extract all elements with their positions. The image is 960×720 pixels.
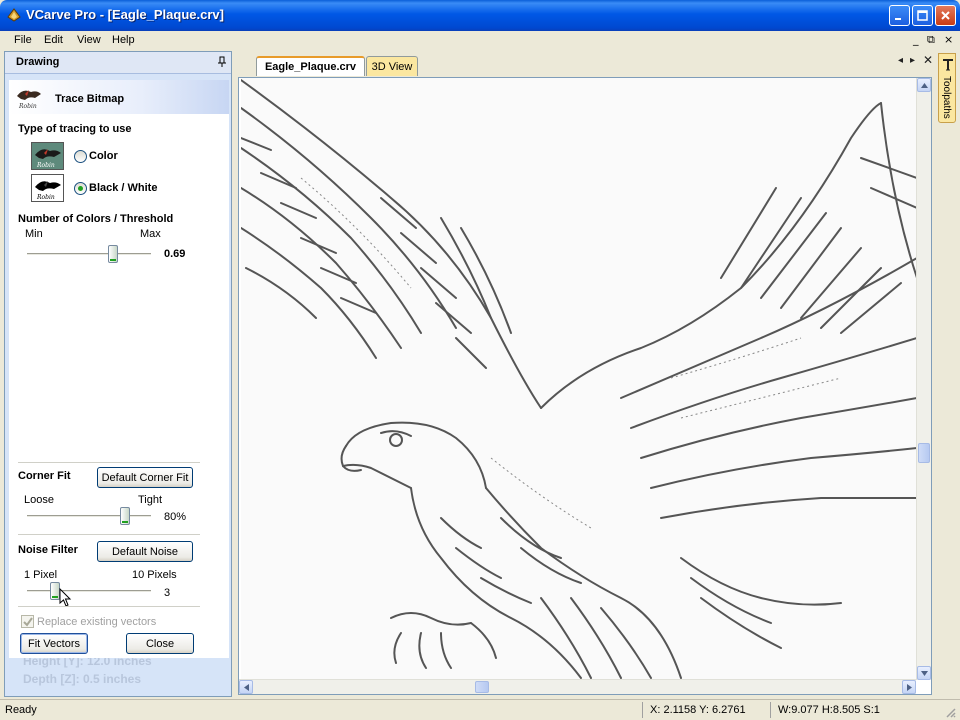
mdi-close-button[interactable]: × (944, 33, 953, 46)
svg-text:Robin: Robin (36, 162, 55, 169)
svg-text:Robin: Robin (36, 194, 55, 201)
separator (18, 534, 200, 535)
threshold-slider-track[interactable] (27, 253, 151, 256)
default-noise-button[interactable]: Default Noise (97, 541, 193, 562)
resize-grip-icon[interactable] (944, 706, 956, 718)
black-white-radio[interactable] (74, 182, 87, 195)
menu-view[interactable]: View (77, 34, 101, 46)
color-radio[interactable] (74, 150, 87, 163)
window-title: VCarve Pro - [Eagle_Plaque.crv] (26, 7, 224, 22)
status-divider (770, 702, 771, 718)
tab-eagle-plaque[interactable]: Eagle_Plaque.crv (256, 56, 365, 76)
status-text: Ready (5, 704, 37, 716)
pin-icon[interactable] (217, 56, 227, 68)
tab-3d-view[interactable]: 3D View (366, 56, 418, 76)
menu-edit[interactable]: Edit (44, 34, 63, 46)
checkmark-icon (23, 617, 33, 627)
noise-value: 3 (164, 587, 171, 599)
trace-bitmap-form: Robin Trace Bitmap Type of tracing to us… (9, 80, 229, 658)
horizontal-scroll-thumb[interactable] (475, 681, 489, 693)
menu-help[interactable]: Help (112, 34, 135, 46)
mdi-minimize-button[interactable]: _ (913, 33, 919, 46)
arrow-down-icon (920, 670, 928, 676)
eagle-bitmap[interactable] (241, 78, 917, 680)
corner-fit-slider-track[interactable] (27, 515, 151, 518)
corner-fit-value: 80% (164, 511, 187, 523)
title-bar: VCarve Pro - [Eagle_Plaque.crv] (0, 0, 960, 31)
scroll-up-button[interactable] (917, 78, 931, 92)
close-window-button[interactable] (935, 5, 956, 26)
tab-scroll-left-icon[interactable]: ◂ (898, 55, 903, 66)
default-corner-fit-button[interactable]: Default Corner Fit (97, 467, 193, 488)
color-trace-thumbnail: Robin (31, 142, 64, 170)
menu-bar: File Edit View Help _ ⧉ × (0, 31, 960, 50)
maximize-button[interactable] (912, 5, 933, 26)
corner-fit-loose-label: Loose (24, 494, 54, 506)
drawing-panel-header: Drawing (5, 52, 231, 74)
minimize-icon (895, 18, 901, 20)
separator (18, 606, 200, 607)
arrow-right-icon (906, 683, 912, 691)
vcarve-app-icon[interactable] (6, 7, 22, 23)
toolpaths-side-tab[interactable]: Toolpaths (938, 53, 956, 123)
minimize-button[interactable] (889, 5, 910, 26)
fit-vectors-button[interactable]: Fit Vectors (20, 633, 88, 654)
status-bar: Ready X: 2.1158 Y: 6.2761 W:9.077 H:8.50… (0, 699, 960, 720)
noise-filter-label: Noise Filter (18, 544, 78, 556)
document-tab-bar: Eagle_Plaque.crv 3D View (236, 51, 936, 76)
color-option-label[interactable]: Color (89, 150, 118, 162)
scroll-down-button[interactable] (917, 666, 931, 680)
tab-close-icon[interactable]: ✕ (923, 53, 933, 67)
depth-readout: Depth [Z]: 0.5 inches (23, 672, 142, 686)
robin-color-icon: Robin (35, 149, 61, 169)
menu-file[interactable]: File (14, 34, 32, 46)
vertical-scroll-thumb[interactable] (918, 443, 930, 463)
corner-fit-label: Corner Fit (18, 470, 71, 482)
corner-fit-slider-thumb[interactable] (120, 507, 130, 525)
bw-trace-thumbnail: Robin (31, 174, 64, 202)
drawing-panel-title: Drawing (16, 56, 60, 68)
svg-text:Robin: Robin (18, 103, 37, 110)
mouse-cursor-icon (59, 588, 72, 607)
trace-bitmap-title: Trace Bitmap (55, 93, 125, 105)
trace-bitmap-header: Robin Trace Bitmap (9, 80, 229, 114)
status-divider (642, 702, 643, 718)
horizontal-scrollbar[interactable] (239, 679, 916, 694)
selection-size: W:9.077 H:8.505 S:1 (778, 704, 880, 716)
scroll-right-button[interactable] (902, 680, 916, 694)
threshold-min-label: Min (25, 228, 43, 240)
tab-scroll-right-icon[interactable]: ▸ (910, 55, 915, 66)
noise-slider-track[interactable] (27, 590, 151, 593)
threshold-value: 0.69 (164, 248, 186, 260)
noise-min-label: 1 Pixel (24, 569, 58, 581)
vertical-scrollbar[interactable] (916, 78, 931, 680)
threshold-slider-thumb[interactable] (108, 245, 118, 263)
eagle-line-art (241, 79, 917, 679)
noise-max-label: 10 Pixels (132, 569, 177, 581)
maximize-icon (917, 10, 928, 21)
cursor-coordinates: X: 2.1158 Y: 6.2761 (650, 704, 746, 716)
toolpath-icon (943, 59, 953, 71)
replace-vectors-label: Replace existing vectors (37, 616, 157, 628)
drawing-canvas[interactable] (238, 77, 932, 695)
toolpaths-label: Toolpaths (941, 76, 952, 119)
separator (18, 462, 200, 463)
black-white-option-label[interactable]: Black / White (89, 182, 157, 194)
mdi-restore-button[interactable]: ⧉ (927, 33, 935, 47)
arrow-up-icon (920, 82, 928, 88)
drawing-panel: Drawing Height [Y]: 12.0 inches Depth [Z… (4, 51, 232, 697)
close-icon (941, 11, 950, 20)
threshold-label: Number of Colors / Threshold (18, 213, 174, 225)
corner-fit-tight-label: Tight (138, 494, 163, 506)
replace-vectors-checkbox[interactable] (21, 615, 34, 628)
close-panel-button[interactable]: Close (126, 633, 194, 654)
trace-bitmap-icon: Robin (17, 90, 41, 110)
robin-bw-icon: Robin (35, 181, 61, 201)
threshold-max-label: Max (140, 228, 161, 240)
scroll-left-button[interactable] (239, 680, 253, 694)
tracing-type-label: Type of tracing to use (18, 123, 132, 135)
arrow-left-icon (243, 683, 249, 691)
